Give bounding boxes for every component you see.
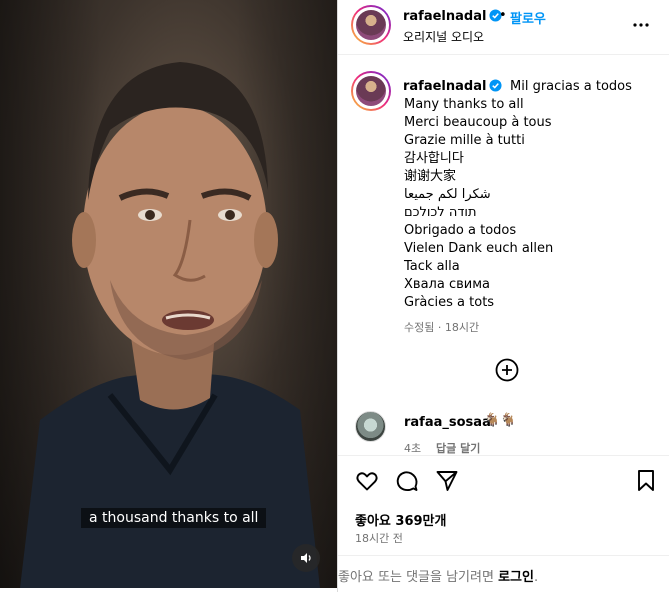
caption-line: Vielen Dank euch allen: [404, 241, 554, 256]
caption-first-line: Mil gracias a todos: [510, 79, 632, 94]
caption-line: Tack alla: [404, 259, 460, 274]
post-details-panel: rafaelnadal • 팔로우 오리지널 오디오 rafaelnadal M…: [337, 0, 669, 592]
caption-line: 谢谢大家: [404, 169, 457, 184]
verified-icon: [489, 79, 502, 92]
login-prompt-text: 좋아요 또는 댓글을 남기려면: [338, 570, 499, 585]
likes-count[interactable]: 좋아요 369만개: [355, 510, 446, 529]
author-username-link[interactable]: rafaelnadal: [403, 9, 502, 24]
speaker-icon: [301, 553, 311, 563]
caption-line: תודה לכולכם: [404, 205, 477, 220]
comment-age: 4초: [404, 442, 422, 455]
more-icon[interactable]: [632, 16, 650, 34]
caption-lines: Many thanks to all Merci beaucoup à tous…: [404, 96, 654, 312]
caption-line: Хвала свима: [404, 277, 490, 292]
commenter-avatar[interactable]: [355, 411, 386, 442]
login-prompt-period: .: [533, 570, 539, 585]
comment-text: 🐐🐐: [484, 413, 517, 428]
post-header: rafaelnadal • 팔로우 오리지널 오디오: [338, 0, 669, 55]
caption-line: 감사합니다: [404, 151, 464, 166]
video-player[interactable]: a thousand thanks to all: [0, 0, 337, 588]
audio-link[interactable]: 오리지널 오디오: [403, 28, 484, 45]
sound-toggle-button[interactable]: [292, 544, 320, 572]
author-avatar[interactable]: [351, 5, 391, 45]
meta-separator: ·: [437, 321, 442, 334]
edited-label: 수정됨: [404, 321, 435, 334]
action-bar: [338, 455, 669, 505]
login-prompt: 좋아요 또는 댓글을 남기려면 로그인.: [338, 555, 669, 589]
caption-line: Merci beaucoup à tous: [404, 115, 552, 130]
post-time[interactable]: 18시간 전: [355, 530, 403, 546]
caption-username-link[interactable]: rafaelnadal: [403, 79, 502, 94]
caption-time: 18시간: [444, 321, 480, 334]
caption-line: Many thanks to all: [404, 97, 524, 112]
share-icon[interactable]: [435, 469, 459, 493]
comment-icon[interactable]: [395, 469, 419, 493]
header-separator: •: [499, 8, 507, 23]
caption-line: Grazie mille à tutti: [404, 133, 525, 148]
bookmark-icon[interactable]: [636, 469, 656, 493]
add-comment-icon[interactable]: [495, 358, 519, 382]
caption-author-avatar[interactable]: [351, 71, 391, 111]
caption-meta: 수정됨 · 18시간: [404, 319, 479, 335]
caption-line: Obrigado a todos: [404, 223, 517, 238]
video-frame-person: [20, 62, 320, 588]
login-link[interactable]: 로그인: [498, 570, 534, 585]
video-subtitle: a thousand thanks to all: [81, 508, 267, 528]
heart-icon[interactable]: [355, 469, 379, 493]
follow-button[interactable]: 팔로우: [510, 8, 546, 27]
caption-line: Gràcies a tots: [404, 295, 495, 310]
commenter-username-link[interactable]: rafaa_sosaa: [404, 415, 491, 430]
caption-line: شكرا لكم جميعا: [404, 187, 491, 202]
reply-button[interactable]: 답글 달기: [436, 440, 480, 456]
